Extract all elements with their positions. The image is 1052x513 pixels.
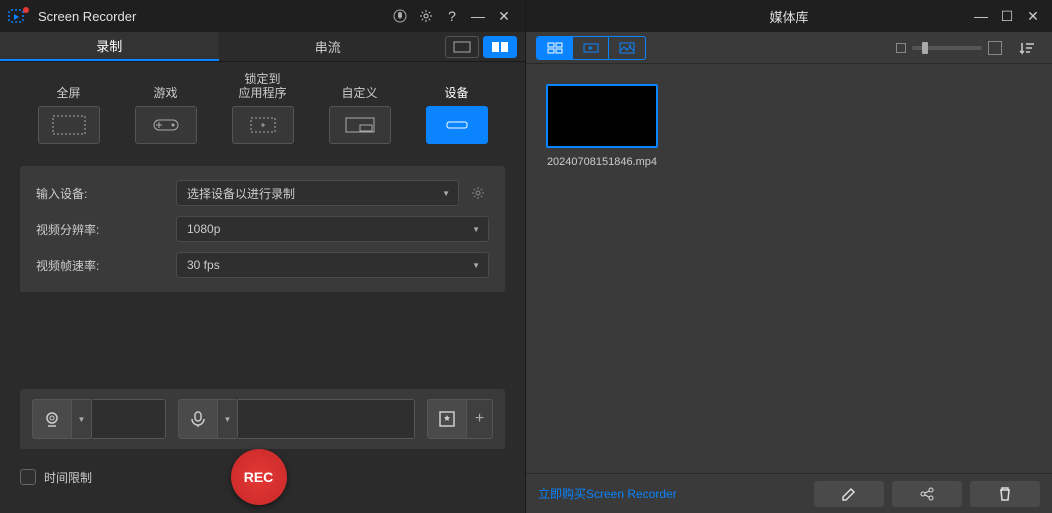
overlay-controls: ▼ ▼ + [20,389,505,449]
device-settings-group: 输入设备: 选择设备以进行录制 视频分辨率: 1080p 视频帧速率: 30 f… [20,166,505,292]
recorder-titlebar: Screen Recorder ? — ✕ [0,0,525,32]
filter-group [536,36,646,60]
add-overlay-button[interactable]: + [467,399,493,439]
microphone-dropdown[interactable]: ▼ [218,399,238,439]
thumb-large-icon[interactable] [988,41,1002,55]
mode-game[interactable]: 游戏 [126,72,206,144]
library-toolbar [526,32,1052,64]
resolution-dropdown[interactable]: 1080p [176,216,489,242]
input-device-settings-icon[interactable] [467,182,489,204]
capture-mode-row: 全屏 游戏 锁定到 应用程序 自定义 设备 [0,62,525,150]
layout-single-button[interactable] [445,36,479,58]
library-minimize-icon[interactable]: — [968,3,994,29]
app-title: Screen Recorder [38,9,136,24]
library-title: 媒体库 [769,7,808,26]
minimize-icon[interactable]: — [465,3,491,29]
mode-custom[interactable]: 自定义 [320,72,400,144]
microphone-level [238,399,415,439]
filter-image-button[interactable] [609,37,645,59]
framerate-dropdown[interactable]: 30 fps [176,252,489,278]
settings-icon[interactable] [413,3,439,29]
gamepad-icon [135,106,197,144]
microphone-button[interactable] [178,399,218,439]
recorder-footer: 时间限制 REC [0,449,525,513]
app-logo-icon [8,7,30,25]
filter-video-button[interactable] [573,37,609,59]
buy-link[interactable]: 立即购买Screen Recorder [538,485,677,502]
share-button[interactable] [892,481,962,507]
layout-dual-button[interactable] [483,36,517,58]
library-grid: 20240708151846.mp4 [526,64,1052,473]
main-tabs: 录制 串流 [0,32,525,62]
webcam-preview [92,399,166,439]
framerate-label: 视频帧速率: [36,257,176,274]
resolution-label: 视频分辨率: [36,221,176,238]
mode-device[interactable]: 设备 [417,72,497,144]
media-item[interactable]: 20240708151846.mp4 [546,84,658,168]
input-device-dropdown[interactable]: 选择设备以进行录制 [176,180,459,206]
fullscreen-icon [38,106,100,144]
thumbnail-size-control [896,41,1002,55]
tab-stream[interactable]: 串流 [219,32,438,61]
library-titlebar: 媒体库 — ☐ ✕ [526,0,1052,32]
lock-app-icon [232,106,294,144]
help-icon[interactable]: ? [439,3,465,29]
media-filename: 20240708151846.mp4 [547,156,657,168]
delete-button[interactable] [970,481,1040,507]
tab-record[interactable]: 录制 [0,32,219,61]
edit-button[interactable] [814,481,884,507]
sort-button[interactable] [1012,37,1042,59]
media-library-panel: 媒体库 — ☐ ✕ 20240708151846.mp4 立即购买Screen … [525,0,1052,513]
effects-button[interactable] [427,399,467,439]
record-button[interactable]: REC [231,449,287,505]
thumb-small-icon[interactable] [896,43,906,53]
filter-all-button[interactable] [537,37,573,59]
thumbnail-size-slider[interactable] [912,46,982,50]
mode-lock-app[interactable]: 锁定到 应用程序 [223,72,303,144]
time-limit-label: 时间限制 [44,469,92,486]
library-maximize-icon[interactable]: ☐ [994,3,1020,29]
input-device-label: 输入设备: [36,185,176,202]
recorder-panel: Screen Recorder ? — ✕ 录制 串流 全屏 游戏 锁定到 应用… [0,0,525,513]
webcam-overlay-button[interactable] [32,399,72,439]
custom-region-icon [329,106,391,144]
device-icon [426,106,488,144]
layout-toggle-group [437,36,525,58]
library-close-icon[interactable]: ✕ [1020,3,1046,29]
notifications-icon[interactable] [387,3,413,29]
media-thumbnail [546,84,658,148]
time-limit-checkbox[interactable] [20,469,36,485]
library-footer: 立即购买Screen Recorder [526,473,1052,513]
webcam-overlay-dropdown[interactable]: ▼ [72,399,92,439]
close-icon[interactable]: ✕ [491,3,517,29]
mode-fullscreen[interactable]: 全屏 [29,72,109,144]
